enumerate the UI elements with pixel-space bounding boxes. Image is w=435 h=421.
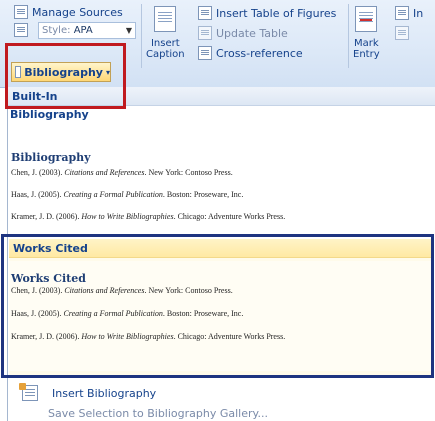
insert-caption-line2: Caption bbox=[146, 49, 185, 60]
insert-caption-button[interactable]: Insert Caption bbox=[146, 6, 185, 60]
insert-index-icon bbox=[395, 6, 409, 20]
insert-index-button[interactable]: In bbox=[395, 6, 423, 20]
mark-entry-button[interactable]: Mark Entry bbox=[353, 6, 380, 60]
insert-bibliography-command[interactable]: Insert Bibliography bbox=[19, 383, 157, 401]
update-index-button[interactable] bbox=[395, 26, 409, 40]
style-row bbox=[14, 23, 28, 37]
cross-reference-label: Cross-reference bbox=[216, 46, 303, 60]
manage-sources-label: Manage Sources bbox=[32, 5, 123, 19]
manage-sources-icon bbox=[14, 5, 28, 19]
bibliography-entry: Kramer, J. D. (2006). How to Write Bibli… bbox=[11, 212, 286, 221]
manage-sources-button[interactable]: Manage Sources bbox=[14, 5, 123, 19]
update-table-icon bbox=[198, 26, 212, 40]
style-value: APA bbox=[73, 25, 93, 36]
update-table-button[interactable]: Update Table bbox=[198, 26, 288, 40]
insert-bibliography-label: Insert Bibliography bbox=[52, 386, 157, 400]
update-table-label: Update Table bbox=[216, 26, 288, 40]
mark-entry-icon bbox=[355, 6, 378, 32]
chevron-down-icon: ▼ bbox=[125, 26, 132, 35]
mark-entry-line2: Entry bbox=[353, 49, 380, 60]
save-selection-command[interactable]: Save Selection to Bibliography Gallery..… bbox=[48, 407, 268, 420]
update-index-icon bbox=[395, 26, 409, 40]
works-cited-highlight-frame bbox=[1, 234, 434, 378]
insert-table-of-figures-label: Insert Table of Figures bbox=[216, 6, 337, 20]
bibliography-highlight-frame bbox=[5, 43, 126, 109]
bibliography-entry: Haas, J. (2005). Creating a Formal Publi… bbox=[11, 190, 244, 199]
insert-caption-line1: Insert bbox=[150, 38, 180, 49]
save-selection-label: Save Selection to Bibliography Gallery..… bbox=[48, 407, 268, 420]
style-label: Style: bbox=[42, 25, 71, 36]
table-of-figures-icon bbox=[198, 6, 212, 20]
insert-table-of-figures-button[interactable]: Insert Table of Figures bbox=[198, 6, 336, 20]
group-separator bbox=[141, 4, 142, 68]
bibliography-item-header: Bibliography bbox=[10, 108, 89, 121]
bibliography-gallery-item[interactable]: Bibliography Bibliography Chen, J. (2003… bbox=[8, 106, 435, 236]
group-separator bbox=[348, 4, 349, 68]
bibliography-preview-title: Bibliography bbox=[11, 151, 91, 164]
bibliography-entry: Chen, J. (2003). Citations and Reference… bbox=[11, 168, 233, 177]
insert-caption-icon bbox=[154, 6, 177, 32]
mark-entry-line1: Mark bbox=[353, 38, 379, 49]
style-icon bbox=[14, 23, 28, 37]
cross-reference-icon bbox=[198, 46, 212, 60]
insert-bibliography-icon bbox=[19, 383, 38, 401]
style-dropdown[interactable]: Style: APA ▼ bbox=[38, 22, 136, 39]
cross-reference-button[interactable]: Cross-reference bbox=[198, 46, 303, 60]
clipped-label: In bbox=[413, 6, 424, 20]
